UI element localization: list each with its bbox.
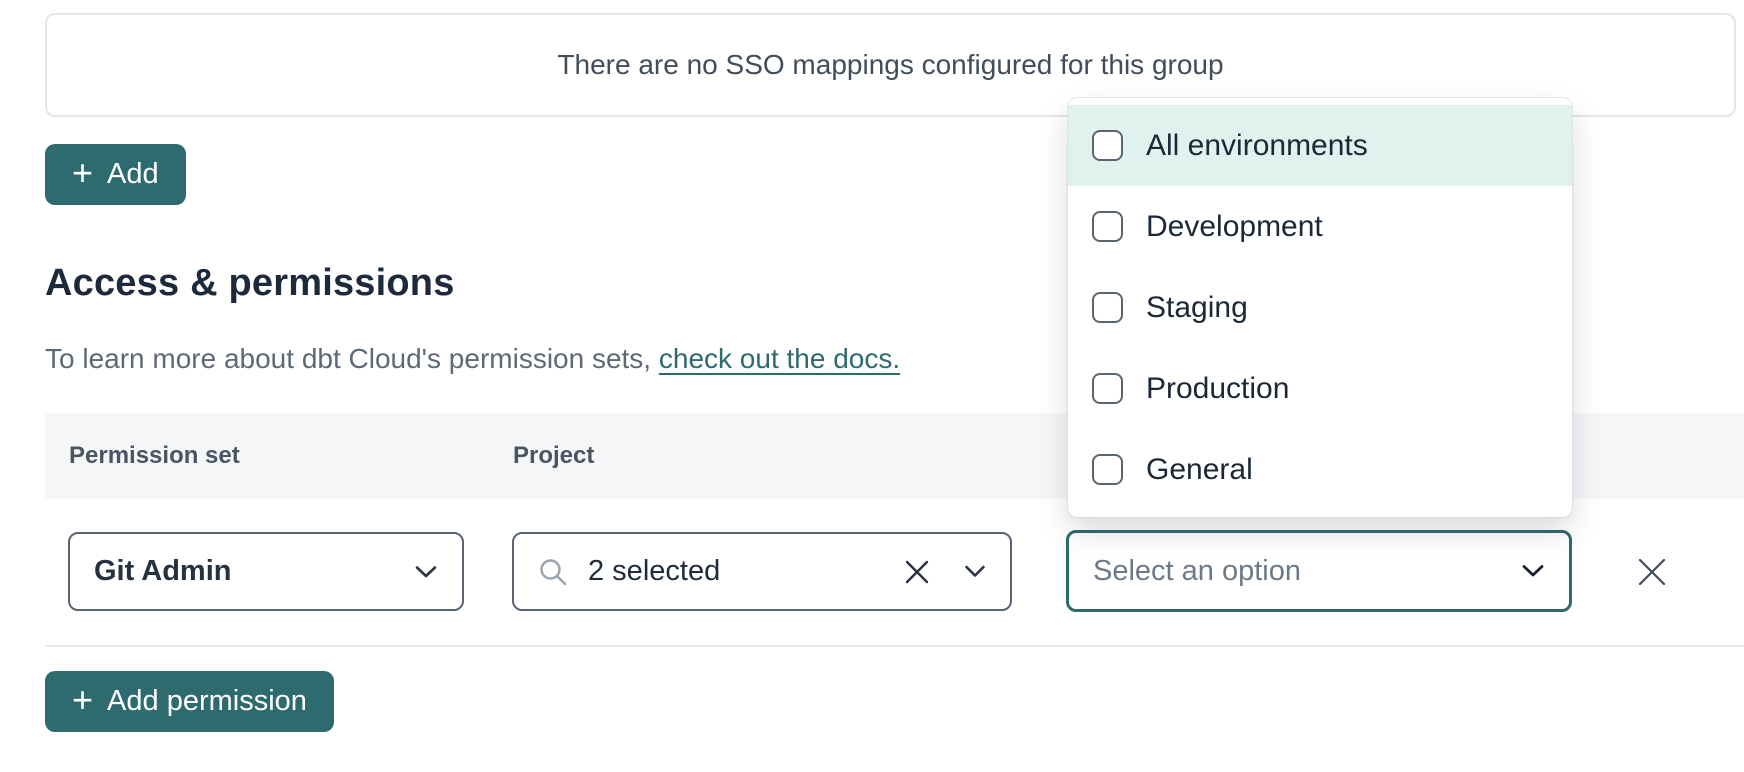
environment-dropdown-menu: All environments Development Staging Pro… <box>1068 98 1572 517</box>
menu-item-label: Production <box>1146 372 1289 406</box>
checkbox[interactable] <box>1092 373 1123 404</box>
environment-select[interactable]: Select an option <box>1066 530 1572 612</box>
plus-icon: + <box>72 682 93 718</box>
permission-set-select[interactable]: Git Admin <box>68 532 464 611</box>
row-divider <box>45 645 1744 647</box>
column-header-project: Project <box>513 413 594 499</box>
project-multiselect[interactable]: 2 selected <box>512 532 1012 611</box>
environment-placeholder: Select an option <box>1093 555 1521 588</box>
checkbox[interactable] <box>1092 292 1123 323</box>
sso-empty-message: There are no SSO mappings configured for… <box>557 49 1223 81</box>
chevron-down-icon[interactable] <box>1521 564 1545 578</box>
group-settings-page: There are no SSO mappings configured for… <box>0 0 1744 772</box>
checkbox[interactable] <box>1092 130 1123 161</box>
docs-link[interactable]: check out the docs. <box>659 343 900 374</box>
column-header-permission-set: Permission set <box>69 413 240 499</box>
add-permission-label: Add permission <box>107 685 307 718</box>
search-icon <box>538 557 568 587</box>
menu-item-staging[interactable]: Staging <box>1068 267 1572 348</box>
menu-item-label: General <box>1146 453 1253 487</box>
add-permission-button[interactable]: + Add permission <box>45 671 334 732</box>
menu-item-label: Development <box>1146 210 1323 244</box>
add-sso-mapping-button[interactable]: + Add <box>45 144 186 205</box>
chevron-down-icon[interactable] <box>414 565 438 579</box>
access-permissions-heading: Access & permissions <box>45 262 455 305</box>
checkbox[interactable] <box>1092 454 1123 485</box>
menu-item-general[interactable]: General <box>1068 429 1572 510</box>
close-icon <box>1636 556 1668 588</box>
menu-item-production[interactable]: Production <box>1068 348 1572 429</box>
menu-item-label: All environments <box>1146 129 1368 163</box>
checkbox[interactable] <box>1092 211 1123 242</box>
access-permissions-description: To learn more about dbt Cloud's permissi… <box>45 343 900 375</box>
remove-permission-row-button[interactable] <box>1633 553 1671 591</box>
menu-item-label: Staging <box>1146 291 1248 325</box>
permission-set-value: Git Admin <box>94 555 414 588</box>
clear-icon[interactable] <box>904 559 930 585</box>
add-button-label: Add <box>107 158 159 191</box>
menu-item-development[interactable]: Development <box>1068 186 1572 267</box>
description-text: To learn more about dbt Cloud's permissi… <box>45 343 659 374</box>
project-selected-count: 2 selected <box>588 555 884 588</box>
menu-item-all-environments[interactable]: All environments <box>1068 105 1572 186</box>
plus-icon: + <box>72 155 93 191</box>
chevron-down-icon[interactable] <box>964 565 986 578</box>
